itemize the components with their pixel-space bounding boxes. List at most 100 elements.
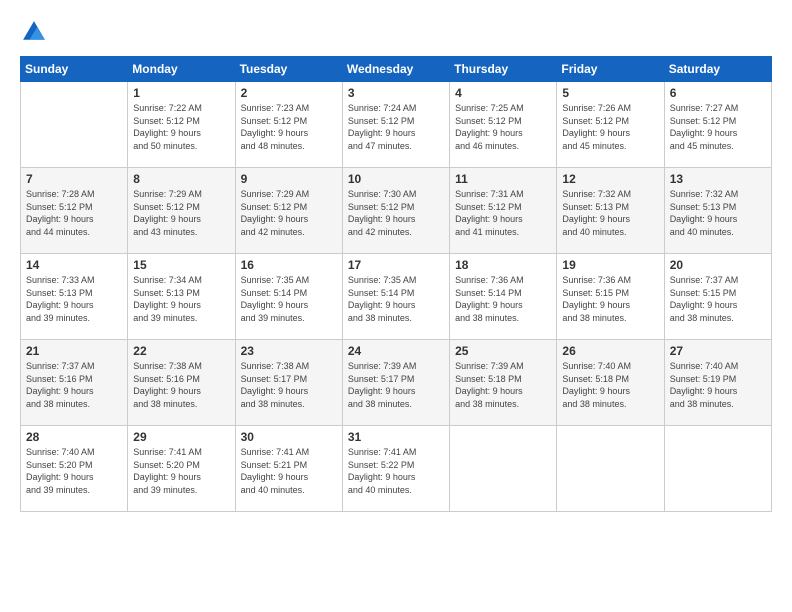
weekday-header-saturday: Saturday xyxy=(664,57,771,82)
calendar-cell: 31 Sunrise: 7:41 AM Sunset: 5:22 PM Dayli… xyxy=(342,426,449,512)
header xyxy=(20,18,772,46)
calendar-cell: 25 Sunrise: 7:39 AM Sunset: 5:18 PM Dayli… xyxy=(450,340,557,426)
day-info: Sunrise: 7:28 AM Sunset: 5:12 PM Dayligh… xyxy=(26,188,122,238)
calendar-cell: 9 Sunrise: 7:29 AM Sunset: 5:12 PM Daylig… xyxy=(235,168,342,254)
day-info: Sunrise: 7:40 AM Sunset: 5:19 PM Dayligh… xyxy=(670,360,766,410)
day-info: Sunrise: 7:34 AM Sunset: 5:13 PM Dayligh… xyxy=(133,274,229,324)
week-row-3: 14 Sunrise: 7:33 AM Sunset: 5:13 PM Dayli… xyxy=(21,254,772,340)
day-info: Sunrise: 7:41 AM Sunset: 5:22 PM Dayligh… xyxy=(348,446,444,496)
day-number: 21 xyxy=(26,344,122,358)
calendar-cell: 5 Sunrise: 7:26 AM Sunset: 5:12 PM Daylig… xyxy=(557,82,664,168)
day-info: Sunrise: 7:25 AM Sunset: 5:12 PM Dayligh… xyxy=(455,102,551,152)
day-number: 14 xyxy=(26,258,122,272)
weekday-header-tuesday: Tuesday xyxy=(235,57,342,82)
day-number: 30 xyxy=(241,430,337,444)
weekday-header-thursday: Thursday xyxy=(450,57,557,82)
week-row-5: 28 Sunrise: 7:40 AM Sunset: 5:20 PM Dayli… xyxy=(21,426,772,512)
calendar-cell xyxy=(450,426,557,512)
calendar-cell: 29Sunrise: 7:41 AM Sunset: 5:20 PM Dayli… xyxy=(128,426,235,512)
day-number: 26 xyxy=(562,344,658,358)
day-number: 18 xyxy=(455,258,551,272)
day-number: 1 xyxy=(133,86,229,100)
calendar-cell: 18 Sunrise: 7:36 AM Sunset: 5:14 PM Dayli… xyxy=(450,254,557,340)
calendar-cell: 28 Sunrise: 7:40 AM Sunset: 5:20 PM Dayli… xyxy=(21,426,128,512)
logo xyxy=(20,18,52,46)
calendar-cell: 4 Sunrise: 7:25 AM Sunset: 5:12 PM Daylig… xyxy=(450,82,557,168)
day-info: Sunrise: 7:33 AM Sunset: 5:13 PM Dayligh… xyxy=(26,274,122,324)
day-number: 20 xyxy=(670,258,766,272)
day-number: 25 xyxy=(455,344,551,358)
calendar-cell: 1 Sunrise: 7:22 AM Sunset: 5:12 PM Daylig… xyxy=(128,82,235,168)
calendar-cell xyxy=(21,82,128,168)
day-number: 23 xyxy=(241,344,337,358)
day-number: 13 xyxy=(670,172,766,186)
week-row-4: 21 Sunrise: 7:37 AM Sunset: 5:16 PM Dayli… xyxy=(21,340,772,426)
weekday-header-monday: Monday xyxy=(128,57,235,82)
day-number: 28 xyxy=(26,430,122,444)
calendar: SundayMondayTuesdayWednesdayThursdayFrid… xyxy=(20,56,772,512)
day-number: 3 xyxy=(348,86,444,100)
day-info: Sunrise: 7:29 AM Sunset: 5:12 PM Dayligh… xyxy=(241,188,337,238)
day-info: Sunrise: 7:35 AM Sunset: 5:14 PM Dayligh… xyxy=(241,274,337,324)
calendar-cell: 19 Sunrise: 7:36 AM Sunset: 5:15 PM Dayli… xyxy=(557,254,664,340)
day-number: 16 xyxy=(241,258,337,272)
day-info: Sunrise: 7:40 AM Sunset: 5:20 PM Dayligh… xyxy=(26,446,122,496)
day-number: 15 xyxy=(133,258,229,272)
calendar-cell: 8Sunrise: 7:29 AM Sunset: 5:12 PM Daylig… xyxy=(128,168,235,254)
calendar-cell: 27 Sunrise: 7:40 AM Sunset: 5:19 PM Dayli… xyxy=(664,340,771,426)
day-number: 11 xyxy=(455,172,551,186)
day-info: Sunrise: 7:41 AM Sunset: 5:21 PM Dayligh… xyxy=(241,446,337,496)
day-number: 17 xyxy=(348,258,444,272)
day-number: 31 xyxy=(348,430,444,444)
day-info: Sunrise: 7:39 AM Sunset: 5:17 PM Dayligh… xyxy=(348,360,444,410)
weekday-header-wednesday: Wednesday xyxy=(342,57,449,82)
day-info: Sunrise: 7:38 AM Sunset: 5:17 PM Dayligh… xyxy=(241,360,337,410)
day-number: 5 xyxy=(562,86,658,100)
calendar-cell: 2Sunrise: 7:23 AM Sunset: 5:12 PM Daylig… xyxy=(235,82,342,168)
day-number: 12 xyxy=(562,172,658,186)
day-info: Sunrise: 7:39 AM Sunset: 5:18 PM Dayligh… xyxy=(455,360,551,410)
week-row-1: 1 Sunrise: 7:22 AM Sunset: 5:12 PM Daylig… xyxy=(21,82,772,168)
day-number: 29 xyxy=(133,430,229,444)
day-number: 22 xyxy=(133,344,229,358)
day-info: Sunrise: 7:31 AM Sunset: 5:12 PM Dayligh… xyxy=(455,188,551,238)
calendar-cell: 30 Sunrise: 7:41 AM Sunset: 5:21 PM Dayli… xyxy=(235,426,342,512)
calendar-cell: 3Sunrise: 7:24 AM Sunset: 5:12 PM Daylig… xyxy=(342,82,449,168)
day-info: Sunrise: 7:36 AM Sunset: 5:15 PM Dayligh… xyxy=(562,274,658,324)
page: SundayMondayTuesdayWednesdayThursdayFrid… xyxy=(0,0,792,612)
calendar-cell: 16 Sunrise: 7:35 AM Sunset: 5:14 PM Dayli… xyxy=(235,254,342,340)
day-number: 4 xyxy=(455,86,551,100)
calendar-cell: 15 Sunrise: 7:34 AM Sunset: 5:13 PM Dayli… xyxy=(128,254,235,340)
calendar-cell: 12 Sunrise: 7:32 AM Sunset: 5:13 PM Dayli… xyxy=(557,168,664,254)
day-number: 6 xyxy=(670,86,766,100)
weekday-header-sunday: Sunday xyxy=(21,57,128,82)
day-info: Sunrise: 7:36 AM Sunset: 5:14 PM Dayligh… xyxy=(455,274,551,324)
day-number: 10 xyxy=(348,172,444,186)
day-number: 7 xyxy=(26,172,122,186)
day-info: Sunrise: 7:26 AM Sunset: 5:12 PM Dayligh… xyxy=(562,102,658,152)
calendar-cell: 14 Sunrise: 7:33 AM Sunset: 5:13 PM Dayli… xyxy=(21,254,128,340)
calendar-cell: 7 Sunrise: 7:28 AM Sunset: 5:12 PM Daylig… xyxy=(21,168,128,254)
calendar-cell: 21 Sunrise: 7:37 AM Sunset: 5:16 PM Dayli… xyxy=(21,340,128,426)
calendar-cell: 22 Sunrise: 7:38 AM Sunset: 5:16 PM Dayli… xyxy=(128,340,235,426)
week-row-2: 7 Sunrise: 7:28 AM Sunset: 5:12 PM Daylig… xyxy=(21,168,772,254)
day-info: Sunrise: 7:32 AM Sunset: 5:13 PM Dayligh… xyxy=(562,188,658,238)
day-info: Sunrise: 7:32 AM Sunset: 5:13 PM Dayligh… xyxy=(670,188,766,238)
logo-icon xyxy=(20,18,48,46)
day-info: Sunrise: 7:27 AM Sunset: 5:12 PM Dayligh… xyxy=(670,102,766,152)
day-info: Sunrise: 7:38 AM Sunset: 5:16 PM Dayligh… xyxy=(133,360,229,410)
day-number: 27 xyxy=(670,344,766,358)
day-info: Sunrise: 7:40 AM Sunset: 5:18 PM Dayligh… xyxy=(562,360,658,410)
day-number: 8 xyxy=(133,172,229,186)
day-info: Sunrise: 7:35 AM Sunset: 5:14 PM Dayligh… xyxy=(348,274,444,324)
day-number: 19 xyxy=(562,258,658,272)
day-number: 9 xyxy=(241,172,337,186)
calendar-cell: 26 Sunrise: 7:40 AM Sunset: 5:18 PM Dayli… xyxy=(557,340,664,426)
day-info: Sunrise: 7:22 AM Sunset: 5:12 PM Dayligh… xyxy=(133,102,229,152)
calendar-cell: 17 Sunrise: 7:35 AM Sunset: 5:14 PM Dayli… xyxy=(342,254,449,340)
calendar-cell xyxy=(664,426,771,512)
calendar-cell: 11 Sunrise: 7:31 AM Sunset: 5:12 PM Dayli… xyxy=(450,168,557,254)
day-info: Sunrise: 7:37 AM Sunset: 5:16 PM Dayligh… xyxy=(26,360,122,410)
weekday-header-friday: Friday xyxy=(557,57,664,82)
day-number: 2 xyxy=(241,86,337,100)
